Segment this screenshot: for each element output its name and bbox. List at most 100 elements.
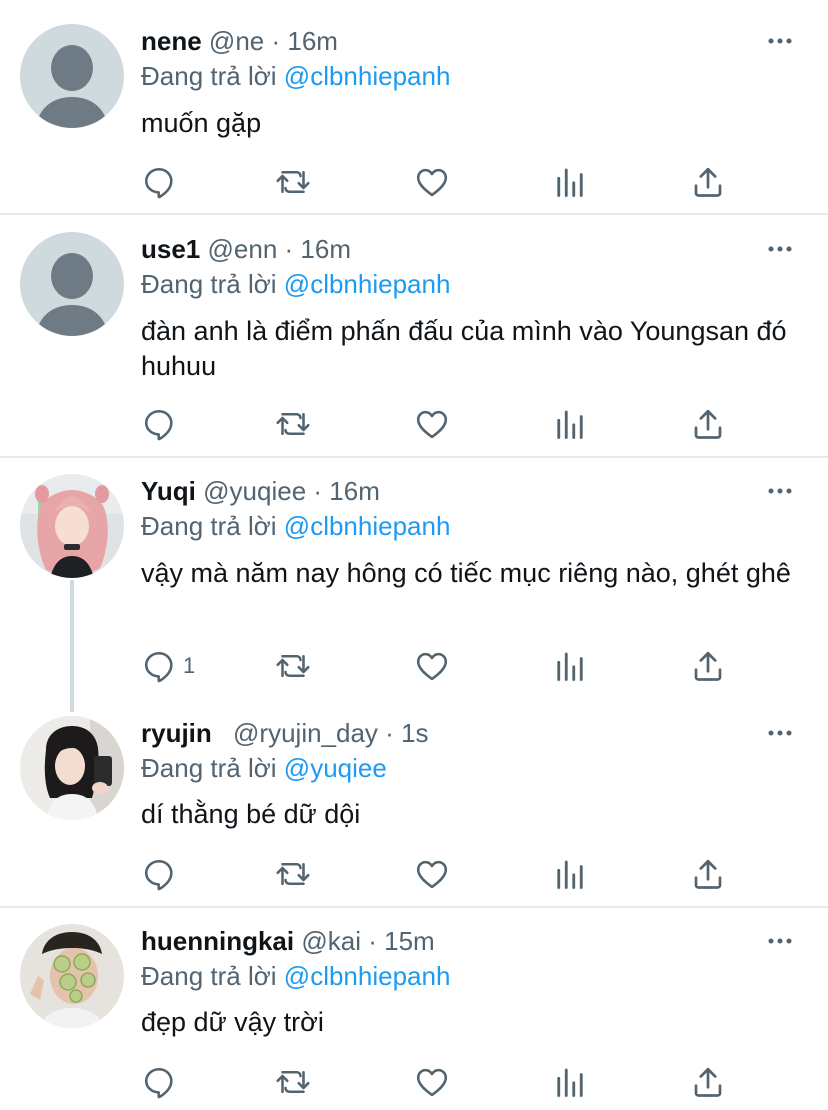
more-horizontal-icon[interactable]: [760, 716, 800, 750]
share-button[interactable]: [690, 404, 726, 444]
more-horizontal-icon[interactable]: [760, 24, 800, 58]
analytics-button[interactable]: [552, 854, 588, 894]
like-button[interactable]: [414, 646, 450, 686]
tweet[interactable]: ryujin @ryujin_day · 1s Đang trả lời @yu…: [0, 698, 828, 906]
retweet-button[interactable]: [275, 1062, 311, 1102]
retweet-button[interactable]: [275, 162, 311, 202]
share-button[interactable]: [690, 646, 726, 686]
tweet-text: dí thằng bé dữ dội: [141, 799, 361, 829]
retweet-icon: [275, 406, 311, 442]
reply-bubble-icon: [141, 406, 177, 442]
timestamp[interactable]: 1s: [401, 718, 428, 748]
heart-icon: [414, 648, 450, 684]
display-name[interactable]: use1: [141, 234, 200, 264]
separator-dot: ·: [385, 718, 394, 748]
default-avatar-icon: [20, 232, 124, 336]
mention-link[interactable]: @clbnhiepanh: [284, 61, 451, 91]
more-horizontal-icon[interactable]: [760, 232, 800, 266]
reply-button[interactable]: [141, 162, 183, 202]
reply-button[interactable]: [141, 854, 183, 894]
replying-to: Đang trả lời @clbnhiepanh: [141, 267, 450, 301]
user-handle[interactable]: @kai: [301, 926, 361, 956]
timestamp[interactable]: 16m: [329, 476, 380, 506]
replying-to: Đang trả lời @clbnhiepanh: [141, 959, 450, 993]
heart-icon: [414, 1064, 450, 1100]
user-handle[interactable]: @enn: [208, 234, 278, 264]
analytics-button[interactable]: [552, 162, 588, 202]
mention-link[interactable]: @clbnhiepanh: [284, 511, 451, 541]
action-bar: [141, 1062, 741, 1102]
timestamp[interactable]: 16m: [300, 234, 351, 264]
share-upload-icon: [690, 406, 726, 442]
replying-to: Đang trả lời @clbnhiepanh: [141, 59, 450, 93]
reply-button[interactable]: [141, 1062, 183, 1102]
more-horizontal-icon[interactable]: [760, 924, 800, 958]
tweet-text: muốn gặp: [141, 108, 262, 138]
tweet[interactable]: nene @ne · 16m Đang trả lời @clbnhiepanh…: [0, 0, 828, 214]
tweet-header: huenningkai @kai · 15m: [141, 924, 808, 958]
bar-chart-icon: [552, 648, 588, 684]
display-name[interactable]: nene: [141, 26, 202, 56]
replying-to-label: Đang trả lời: [141, 753, 277, 783]
separator-dot: ·: [313, 476, 323, 506]
retweet-icon: [275, 1064, 311, 1100]
retweet-button[interactable]: [275, 646, 311, 686]
timestamp[interactable]: 16m: [287, 26, 338, 56]
heart-icon: [414, 164, 450, 200]
mention-link[interactable]: @clbnhiepanh: [284, 961, 451, 991]
analytics-button[interactable]: [552, 1062, 588, 1102]
reply-button[interactable]: [141, 404, 183, 444]
bar-chart-icon: [552, 856, 588, 892]
retweet-icon: [275, 648, 311, 684]
tweet[interactable]: use1 @enn · 16m Đang trả lời @clbnhiepan…: [0, 215, 828, 455]
timestamp[interactable]: 15m: [384, 926, 435, 956]
reply-button[interactable]: 1: [141, 646, 195, 686]
like-button[interactable]: [414, 162, 450, 202]
analytics-button[interactable]: [552, 404, 588, 444]
action-bar: 1: [141, 646, 741, 686]
action-bar: [141, 404, 741, 444]
tweet[interactable]: Yuqi @yuqiee · 16m Đang trả lời @clbnhie…: [0, 458, 828, 698]
retweet-button[interactable]: [275, 404, 311, 444]
share-button[interactable]: [690, 854, 726, 894]
share-button[interactable]: [690, 162, 726, 202]
analytics-button[interactable]: [552, 646, 588, 686]
avatar[interactable]: [20, 24, 124, 128]
mention-link[interactable]: @clbnhiepanh: [284, 269, 451, 299]
bar-chart-icon: [552, 1064, 588, 1100]
display-name[interactable]: ryujin: [141, 718, 212, 748]
tweet-header: Yuqi @yuqiee · 16m: [141, 474, 808, 508]
photo-avatar-pink-hair-icon: [20, 474, 124, 578]
reply-bubble-icon: [141, 648, 177, 684]
replying-to-label: Đang trả lời: [141, 961, 277, 991]
avatar[interactable]: [20, 232, 124, 336]
share-button[interactable]: [690, 1062, 726, 1102]
like-button[interactable]: [414, 854, 450, 894]
photo-avatar-dark-hair-icon: [20, 716, 124, 820]
tweet[interactable]: huenningkai @kai · 15m Đang trả lời @clb…: [0, 908, 828, 1110]
reply-bubble-icon: [141, 1064, 177, 1100]
user-handle[interactable]: @yuqiee: [203, 476, 306, 506]
like-button[interactable]: [414, 404, 450, 444]
reply-count: 1: [183, 653, 196, 678]
more-horizontal-icon[interactable]: [760, 474, 800, 508]
action-bar: [141, 854, 741, 894]
share-upload-icon: [690, 1064, 726, 1100]
bar-chart-icon: [552, 406, 588, 442]
retweet-button[interactable]: [275, 854, 311, 894]
heart-icon: [414, 856, 450, 892]
tweet-header: ryujin @ryujin_day · 1s: [141, 716, 808, 750]
display-name[interactable]: Yuqi: [141, 476, 196, 506]
avatar[interactable]: [20, 474, 124, 578]
user-handle[interactable]: @ryujin_day: [233, 718, 378, 748]
display-name[interactable]: huenningkai: [141, 926, 294, 956]
user-handle[interactable]: @ne: [209, 26, 264, 56]
default-avatar-icon: [20, 24, 124, 128]
avatar[interactable]: [20, 716, 124, 820]
replying-to: Đang trả lời @clbnhiepanh: [141, 509, 450, 543]
mention-link[interactable]: @yuqiee: [284, 753, 387, 783]
like-button[interactable]: [414, 1062, 450, 1102]
avatar[interactable]: [20, 924, 124, 1028]
reply-bubble-icon: [141, 856, 177, 892]
reply-bubble-icon: [141, 164, 177, 200]
